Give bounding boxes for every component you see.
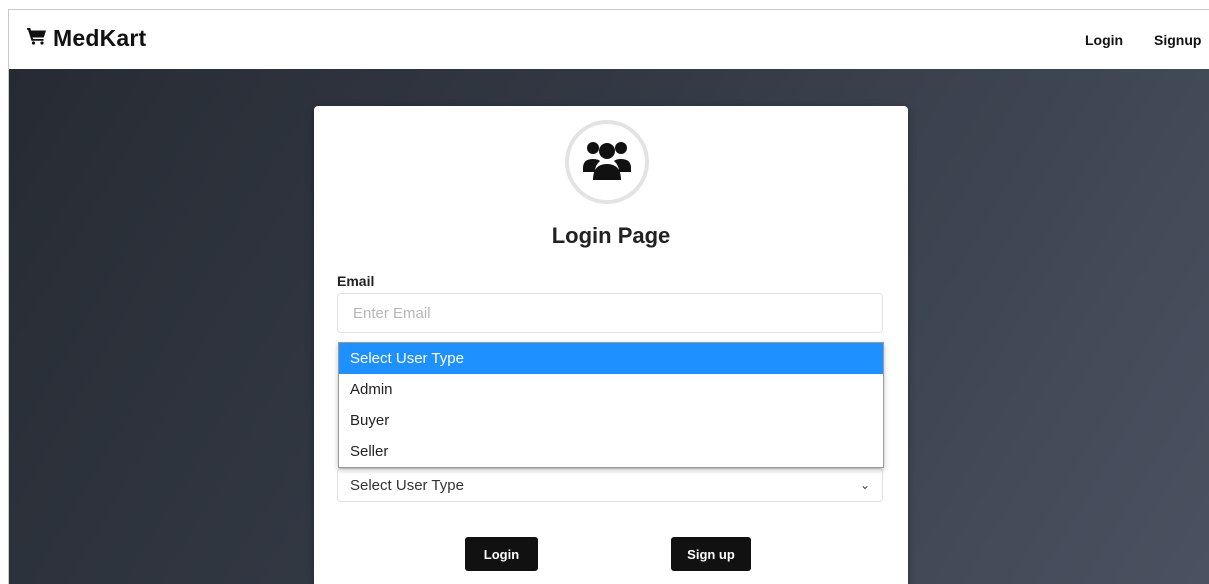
user-type-option-seller[interactable]: Seller xyxy=(339,436,883,467)
user-type-option-select[interactable]: Select User Type xyxy=(339,343,883,374)
email-label: Email xyxy=(337,273,375,289)
login-button[interactable]: Login xyxy=(465,537,538,571)
user-type-select[interactable]: Select User Type ⌄ xyxy=(337,468,883,502)
app-frame: MedKart Login Signup Login Page Email Se… xyxy=(8,9,1209,584)
user-type-selected: Select User Type xyxy=(350,476,464,494)
nav-signup-link[interactable]: Signup xyxy=(1154,32,1201,48)
chevron-down-icon: ⌄ xyxy=(859,478,870,492)
nav-login-link[interactable]: Login xyxy=(1085,32,1123,48)
shopping-cart-icon xyxy=(26,27,53,50)
users-icon xyxy=(582,138,632,187)
email-input[interactable] xyxy=(337,293,883,333)
user-type-dropdown: Select User Type Admin Buyer Seller xyxy=(338,342,884,468)
page-title: Login Page xyxy=(551,223,671,248)
brand-name: MedKart xyxy=(53,25,147,51)
brand[interactable]: MedKart xyxy=(26,25,147,52)
navbar: MedKart Login Signup xyxy=(9,10,1209,69)
login-card: Login Page Email Select User Type ⌄ Sele… xyxy=(314,106,908,584)
user-type-option-buyer[interactable]: Buyer xyxy=(339,405,883,436)
signup-button[interactable]: Sign up xyxy=(671,537,751,571)
avatar xyxy=(565,120,649,204)
user-type-option-admin[interactable]: Admin xyxy=(339,374,883,405)
